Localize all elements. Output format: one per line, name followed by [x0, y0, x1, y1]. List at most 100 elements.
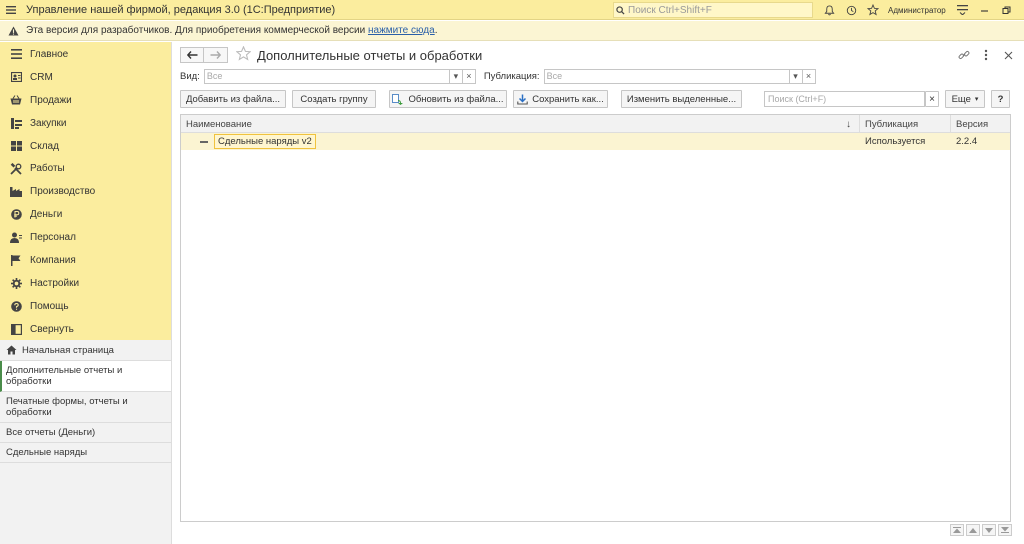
section-money[interactable]: Деньги [0, 203, 171, 226]
add-from-file-button[interactable]: Добавить из файла... [180, 90, 286, 108]
scroll-up-icon[interactable] [966, 524, 980, 536]
more-button[interactable]: Еще ▾ [945, 90, 985, 108]
filter-kind-value: Все [206, 71, 223, 81]
filters-row: Вид: Все ▾ × Публикация: Все ▾ × [180, 68, 816, 84]
section-crm[interactable]: CRM [0, 66, 171, 89]
filter-pub-dropdown[interactable]: ▾ [789, 68, 803, 84]
open-window-label: Все отчеты (Деньги) [6, 427, 96, 438]
open-window-additional-reports[interactable]: Дополнительные отчеты и обработки [0, 361, 171, 392]
open-window-print-forms[interactable]: Печатные формы, отчеты и обработки [0, 392, 171, 423]
settings-menu-icon[interactable] [952, 0, 974, 20]
open-window-all-reports-money[interactable]: Все отчеты (Деньги) [0, 423, 171, 443]
main-menu-icon[interactable] [0, 0, 22, 20]
section-works[interactable]: Работы [0, 157, 171, 180]
filter-kind-clear[interactable]: × [462, 68, 476, 84]
scroll-top-icon[interactable] [950, 524, 964, 536]
filter-kind-label: Вид: [180, 70, 200, 82]
open-window-piecework-orders[interactable]: Сдельные наряды [0, 443, 171, 463]
update-from-file-label: Обновить из файла... [408, 93, 504, 105]
home-icon [6, 345, 17, 355]
column-header-publication[interactable]: Публикация [860, 115, 951, 133]
developer-version-warning: Эта версия для разработчиков. Для приобр… [0, 21, 1024, 41]
title-bar: Управление нашей фирмой, редакция 3.0 (1… [0, 0, 1024, 20]
close-form-icon[interactable] [998, 46, 1018, 64]
search-icon [616, 5, 625, 15]
help-icon [10, 300, 22, 312]
section-production[interactable]: Производство [0, 180, 171, 203]
section-label: Компания [30, 254, 76, 266]
global-search-placeholder: Поиск Ctrl+Shift+F [628, 4, 712, 16]
create-group-label: Создать группу [300, 93, 368, 105]
create-group-button[interactable]: Создать группу [292, 90, 376, 108]
history-icon[interactable] [840, 0, 862, 20]
section-sales[interactable]: Продажи [0, 89, 171, 112]
column-header-label: Наименование [186, 118, 252, 130]
open-window-label: Печатные формы, отчеты и обработки [6, 396, 128, 418]
favorite-star-icon[interactable] [235, 45, 252, 64]
section-label: Закупки [30, 117, 67, 129]
list-search-input[interactable]: Поиск (Ctrl+F) [764, 91, 925, 107]
collapse-icon [10, 323, 22, 335]
back-button[interactable] [180, 47, 204, 63]
scroll-bottom-icon[interactable] [998, 524, 1012, 536]
column-header-version[interactable]: Версия [951, 115, 1012, 133]
filter-pub-clear[interactable]: × [802, 68, 816, 84]
buy-commercial-link[interactable]: нажмите сюда [368, 25, 435, 36]
sidebar: Главное CRM Продажи Закупки Склад Работы… [0, 42, 172, 544]
filter-kind-dropdown[interactable]: ▾ [449, 68, 463, 84]
section-company[interactable]: Компания [0, 249, 171, 272]
list-search-clear[interactable]: × [925, 91, 939, 107]
save-as-button[interactable]: Сохранить как... [513, 90, 608, 108]
open-window-label: Начальная страница [22, 344, 114, 356]
cell-version: 2.2.4 [956, 136, 978, 147]
purchases-icon [10, 117, 22, 129]
gear-icon [10, 277, 22, 289]
app-title: Управление нашей фирмой, редакция 3.0 (1… [26, 3, 336, 16]
help-button[interactable]: ? [991, 90, 1010, 108]
favorites-star-icon[interactable] [862, 0, 884, 20]
more-vertical-icon[interactable] [976, 46, 996, 64]
update-from-file-button[interactable]: Обновить из файла... [389, 90, 507, 108]
section-label: Настройки [30, 277, 80, 289]
filter-kind-field[interactable]: Все [203, 68, 450, 84]
toolbar: Добавить из файла... Создать группу Обно… [180, 90, 1010, 108]
section-label: Свернуть [30, 323, 74, 335]
close-window-button[interactable] [1018, 0, 1024, 20]
page-title: Дополнительные отчеты и обработки [257, 47, 483, 63]
cell-name[interactable]: Сдельные наряды v2 [195, 133, 855, 150]
section-staff[interactable]: Персонал [0, 226, 171, 249]
item-dash-icon [200, 140, 208, 143]
warning-icon [0, 25, 26, 36]
contacts-icon [10, 71, 22, 83]
section-warehouse[interactable]: Склад [0, 135, 171, 158]
section-label: Персонал [30, 232, 76, 244]
column-header-name[interactable]: Наименование ↓ [181, 115, 860, 133]
scroll-down-icon[interactable] [982, 524, 996, 536]
restore-button[interactable] [996, 0, 1018, 20]
section-settings[interactable]: Настройки [0, 272, 171, 295]
form-header-actions [954, 46, 1018, 64]
tools-icon [10, 162, 22, 175]
section-main[interactable]: Главное [0, 43, 171, 66]
section-purchases[interactable]: Закупки [0, 112, 171, 135]
current-user[interactable]: Администратор [888, 6, 946, 15]
forward-button[interactable] [204, 47, 228, 63]
open-window-home[interactable]: Начальная страница [0, 340, 171, 361]
section-help[interactable]: Помощь [0, 295, 171, 318]
cell-publication: Используется [865, 136, 926, 147]
section-label: Деньги [30, 209, 63, 221]
more-label: Еще [951, 93, 971, 105]
filter-pub-field[interactable]: Все [543, 68, 790, 84]
section-label: Продажи [30, 94, 72, 106]
link-icon[interactable] [954, 46, 974, 64]
bell-icon[interactable] [818, 0, 840, 20]
minimize-button[interactable] [974, 0, 996, 20]
global-search-input[interactable]: Поиск Ctrl+Shift+F [613, 2, 813, 18]
save-as-label: Сохранить как... [532, 93, 604, 105]
section-collapse[interactable]: Свернуть [0, 318, 171, 341]
change-selected-button[interactable]: Изменить выделенные... [621, 90, 742, 108]
table-row[interactable]: Сдельные наряды v2 Используется 2.2.4 [181, 133, 1010, 150]
list-search-placeholder: Поиск (Ctrl+F) [768, 94, 827, 104]
sort-arrow-icon: ↓ [846, 118, 851, 130]
arrow-right-icon [210, 51, 221, 59]
